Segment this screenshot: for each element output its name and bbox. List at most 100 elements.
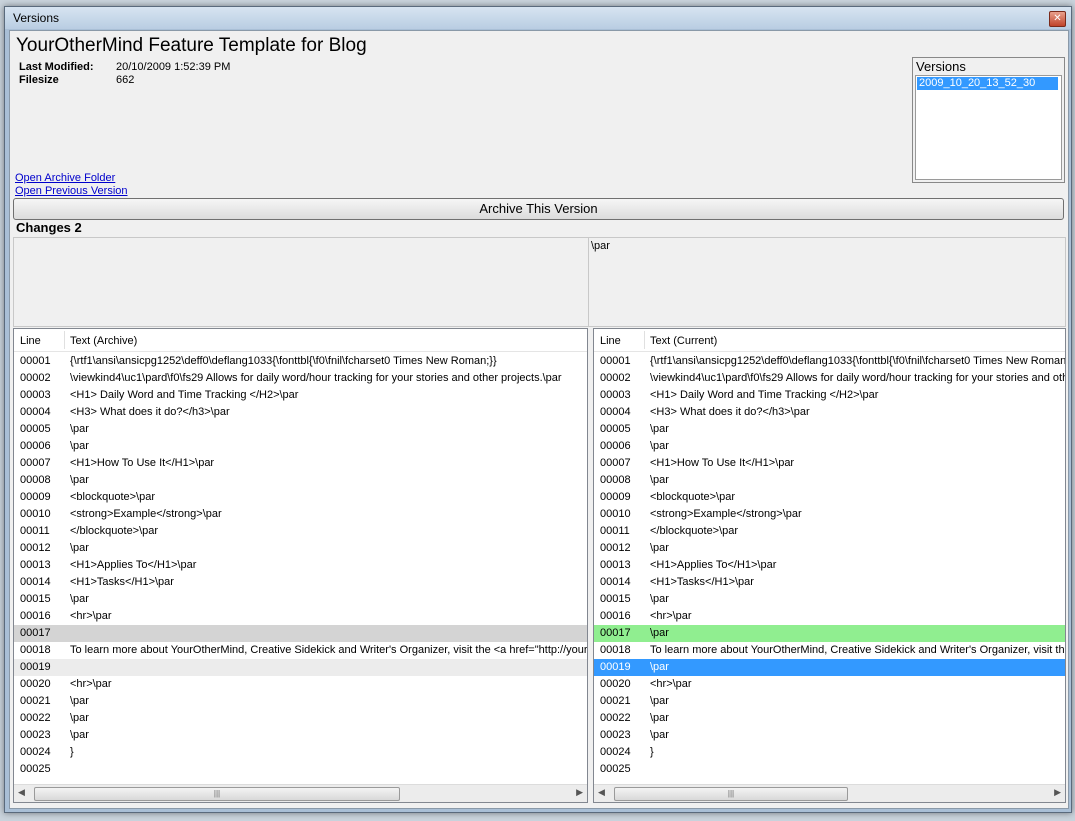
list-row[interactable]: 00007 <H1>How To Use It</H1>\par	[594, 455, 1065, 472]
list-row[interactable]: 00024}	[14, 744, 587, 761]
line-number: 00010	[600, 508, 631, 520]
line-number: 00009	[600, 491, 631, 503]
archive-horizontal-scrollbar[interactable]: ◀ ||| ▶	[14, 784, 587, 802]
list-row[interactable]: 00012 \par	[14, 540, 587, 557]
list-row[interactable]: 00007 <H1>How To Use It</H1>\par	[14, 455, 587, 472]
list-row[interactable]: 00001 {\rtf1\ansi\ansicpg1252\deff0\defla…	[594, 353, 1065, 370]
list-row[interactable]: 00021 \par	[14, 693, 587, 710]
list-row[interactable]: 00025	[594, 761, 1065, 778]
column-separator[interactable]	[64, 331, 65, 349]
open-archive-folder-link[interactable]: Open Archive Folder	[15, 172, 115, 184]
column-header-text-archive[interactable]: Text (Archive)	[70, 335, 137, 347]
line-text: \viewkind4\uc1\pard\f0\fs29 Allows for d…	[70, 372, 562, 384]
list-row[interactable]: 00013 <H1>Applies To</H1>\par	[594, 557, 1065, 574]
scroll-right-arrow-icon[interactable]: ▶	[576, 787, 583, 798]
change-detail-archive	[13, 237, 589, 327]
column-header-line[interactable]: Line	[600, 335, 621, 347]
line-number: 00008	[600, 474, 631, 486]
line-text: <H1> Daily Word and Time Tracking </H2>\…	[70, 389, 299, 401]
open-previous-version-link[interactable]: Open Previous Version	[15, 185, 128, 197]
list-row[interactable]: 00020 <hr>\par	[594, 676, 1065, 693]
list-row[interactable]: 00006 \par	[14, 438, 587, 455]
list-row[interactable]: 00013 <H1>Applies To</H1>\par	[14, 557, 587, 574]
title-bar[interactable]: Versions ✕	[5, 7, 1071, 29]
line-number: 00008	[20, 474, 51, 486]
line-number: 00022	[20, 712, 51, 724]
list-row[interactable]: 00003 <H1> Daily Word and Time Tracking <…	[594, 387, 1065, 404]
list-row[interactable]: 00019 \par	[594, 659, 1065, 676]
list-row[interactable]: 00016 <hr>\par	[594, 608, 1065, 625]
list-row[interactable]: 00003 <H1> Daily Word and Time Tracking <…	[14, 387, 587, 404]
list-row[interactable]: 00017	[14, 625, 587, 642]
list-row[interactable]: 00017 \par	[594, 625, 1065, 642]
changes-label: Changes 2	[16, 220, 82, 235]
list-row[interactable]: 00006 \par	[594, 438, 1065, 455]
list-row[interactable]: 00005 \par	[14, 421, 587, 438]
list-row[interactable]: 00002 \viewkind4\uc1\pard\f0\fs29 Allows …	[594, 370, 1065, 387]
list-row[interactable]: 00024}	[594, 744, 1065, 761]
scroll-left-arrow-icon[interactable]: ◀	[18, 787, 25, 798]
line-text: \par	[650, 729, 669, 741]
list-row[interactable]: 00008 \par	[14, 472, 587, 489]
list-row[interactable]: 00011 </blockquote>\par	[14, 523, 587, 540]
close-button[interactable]: ✕	[1049, 11, 1066, 27]
column-separator[interactable]	[644, 331, 645, 349]
column-header-line[interactable]: Line	[20, 335, 41, 347]
list-row[interactable]: 00014 <H1>Tasks</H1>\par	[14, 574, 587, 591]
list-row[interactable]: 00025	[14, 761, 587, 778]
archive-list-header: Line Text (Archive)	[14, 329, 587, 352]
list-row[interactable]: 00010 <strong>Example</strong>\par	[594, 506, 1065, 523]
line-number: 00002	[600, 372, 631, 384]
line-text: <blockquote>\par	[650, 491, 736, 503]
current-horizontal-scrollbar[interactable]: ◀ ||| ▶	[594, 784, 1065, 802]
archive-this-version-button[interactable]: Archive This Version	[13, 198, 1064, 220]
list-row[interactable]: 00015 \par	[594, 591, 1065, 608]
line-number: 00014	[20, 576, 51, 588]
list-row[interactable]: 00022 \par	[594, 710, 1065, 727]
column-header-text-current[interactable]: Text (Current)	[650, 335, 717, 347]
list-row[interactable]: 00021 \par	[594, 693, 1065, 710]
line-text: \par	[70, 593, 89, 605]
scroll-right-arrow-icon[interactable]: ▶	[1054, 787, 1061, 798]
scroll-left-arrow-icon[interactable]: ◀	[598, 787, 605, 798]
list-row[interactable]: 00020 <hr>\par	[14, 676, 587, 693]
list-row[interactable]: 00012 \par	[594, 540, 1065, 557]
list-row[interactable]: 00010 <strong>Example</strong>\par	[14, 506, 587, 523]
line-text: }	[650, 746, 654, 758]
list-row[interactable]: 00023 \par	[14, 727, 587, 744]
list-row[interactable]: 00014 <H1>Tasks</H1>\par	[594, 574, 1065, 591]
list-row[interactable]: 00023 \par	[594, 727, 1065, 744]
list-row[interactable]: 00015 \par	[14, 591, 587, 608]
list-row[interactable]: 00022 \par	[14, 710, 587, 727]
line-number: 00020	[20, 678, 51, 690]
list-row[interactable]: 00019	[14, 659, 587, 676]
archive-listview[interactable]: Line Text (Archive) 00001 {\rtf1\ansi\ans…	[13, 328, 588, 803]
version-item[interactable]: 2009_10_20_13_52_30	[917, 77, 1058, 90]
list-row[interactable]: 00009 <blockquote>\par	[14, 489, 587, 506]
line-text: To learn more about YourOtherMind, Creat…	[70, 644, 588, 656]
scroll-thumb[interactable]: |||	[34, 787, 400, 801]
line-number: 00019	[20, 661, 51, 673]
list-row[interactable]: 00001 {\rtf1\ansi\ansicpg1252\deff0\defla…	[14, 353, 587, 370]
line-text: To learn more about YourOtherMind, Creat…	[650, 644, 1065, 656]
list-row[interactable]: 00004 <H3> What does it do?</h3>\par	[14, 404, 587, 421]
line-number: 00006	[600, 440, 631, 452]
list-row[interactable]: 00002 \viewkind4\uc1\pard\f0\fs29 Allows …	[14, 370, 587, 387]
filesize-label: Filesize	[19, 74, 59, 86]
current-listview[interactable]: Line Text (Current) 00001 {\rtf1\ansi\ans…	[593, 328, 1066, 803]
versions-groupbox: Versions 2009_10_20_13_52_30	[912, 57, 1065, 183]
line-number: 00021	[600, 695, 631, 707]
list-row[interactable]: 00004 <H3> What does it do?</h3>\par	[594, 404, 1065, 421]
line-text: \par	[650, 593, 669, 605]
list-row[interactable]: 00018 To learn more about YourOtherMind, …	[14, 642, 587, 659]
archive-rows: 00001 {\rtf1\ansi\ansicpg1252\deff0\defla…	[14, 353, 587, 778]
list-row[interactable]: 00018 To learn more about YourOtherMind, …	[594, 642, 1065, 659]
list-row[interactable]: 00011 </blockquote>\par	[594, 523, 1065, 540]
line-text: <H1>How To Use It</H1>\par	[650, 457, 795, 469]
scroll-thumb[interactable]: |||	[614, 787, 848, 801]
list-row[interactable]: 00005 \par	[594, 421, 1065, 438]
list-row[interactable]: 00016 <hr>\par	[14, 608, 587, 625]
versions-list[interactable]: 2009_10_20_13_52_30	[915, 75, 1062, 180]
list-row[interactable]: 00008 \par	[594, 472, 1065, 489]
list-row[interactable]: 00009 <blockquote>\par	[594, 489, 1065, 506]
